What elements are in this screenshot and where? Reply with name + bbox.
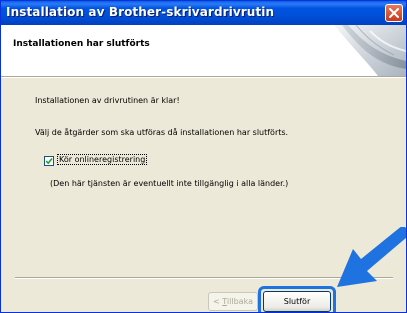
back-button[interactable]: < Tillbaka	[208, 292, 258, 311]
header-divider-highlight	[1, 77, 406, 78]
installer-window: Installation av Brother-skrivardrivrutin…	[0, 0, 407, 313]
instruction-text: Välj de åtgärder som ska utföras då inst…	[35, 128, 289, 137]
close-icon	[389, 8, 399, 18]
online-registration-label[interactable]: Kör onlineregistrering	[56, 154, 148, 165]
finish-button-highlight	[258, 286, 336, 312]
title-bar[interactable]: Installation av Brother-skrivardrivrutin	[1, 1, 406, 25]
back-button-label: illbaka	[226, 297, 253, 306]
availability-note: (Den här tjänsten är eventuellt inte til…	[50, 179, 289, 188]
status-text: Installationen av drivrutinen är klar!	[35, 96, 180, 105]
pointer-arrow-icon	[337, 227, 406, 287]
checkmark-icon	[45, 157, 53, 165]
wizard-header: Installationen har slutförts	[1, 25, 406, 76]
back-button-prefix: <	[213, 297, 223, 306]
close-button[interactable]	[385, 4, 403, 22]
page-title: Installationen har slutförts	[13, 39, 150, 49]
online-registration-checkbox[interactable]	[44, 156, 54, 166]
printer-paper-graphic	[334, 25, 406, 76]
window-title: Installation av Brother-skrivardrivrutin	[6, 5, 275, 19]
